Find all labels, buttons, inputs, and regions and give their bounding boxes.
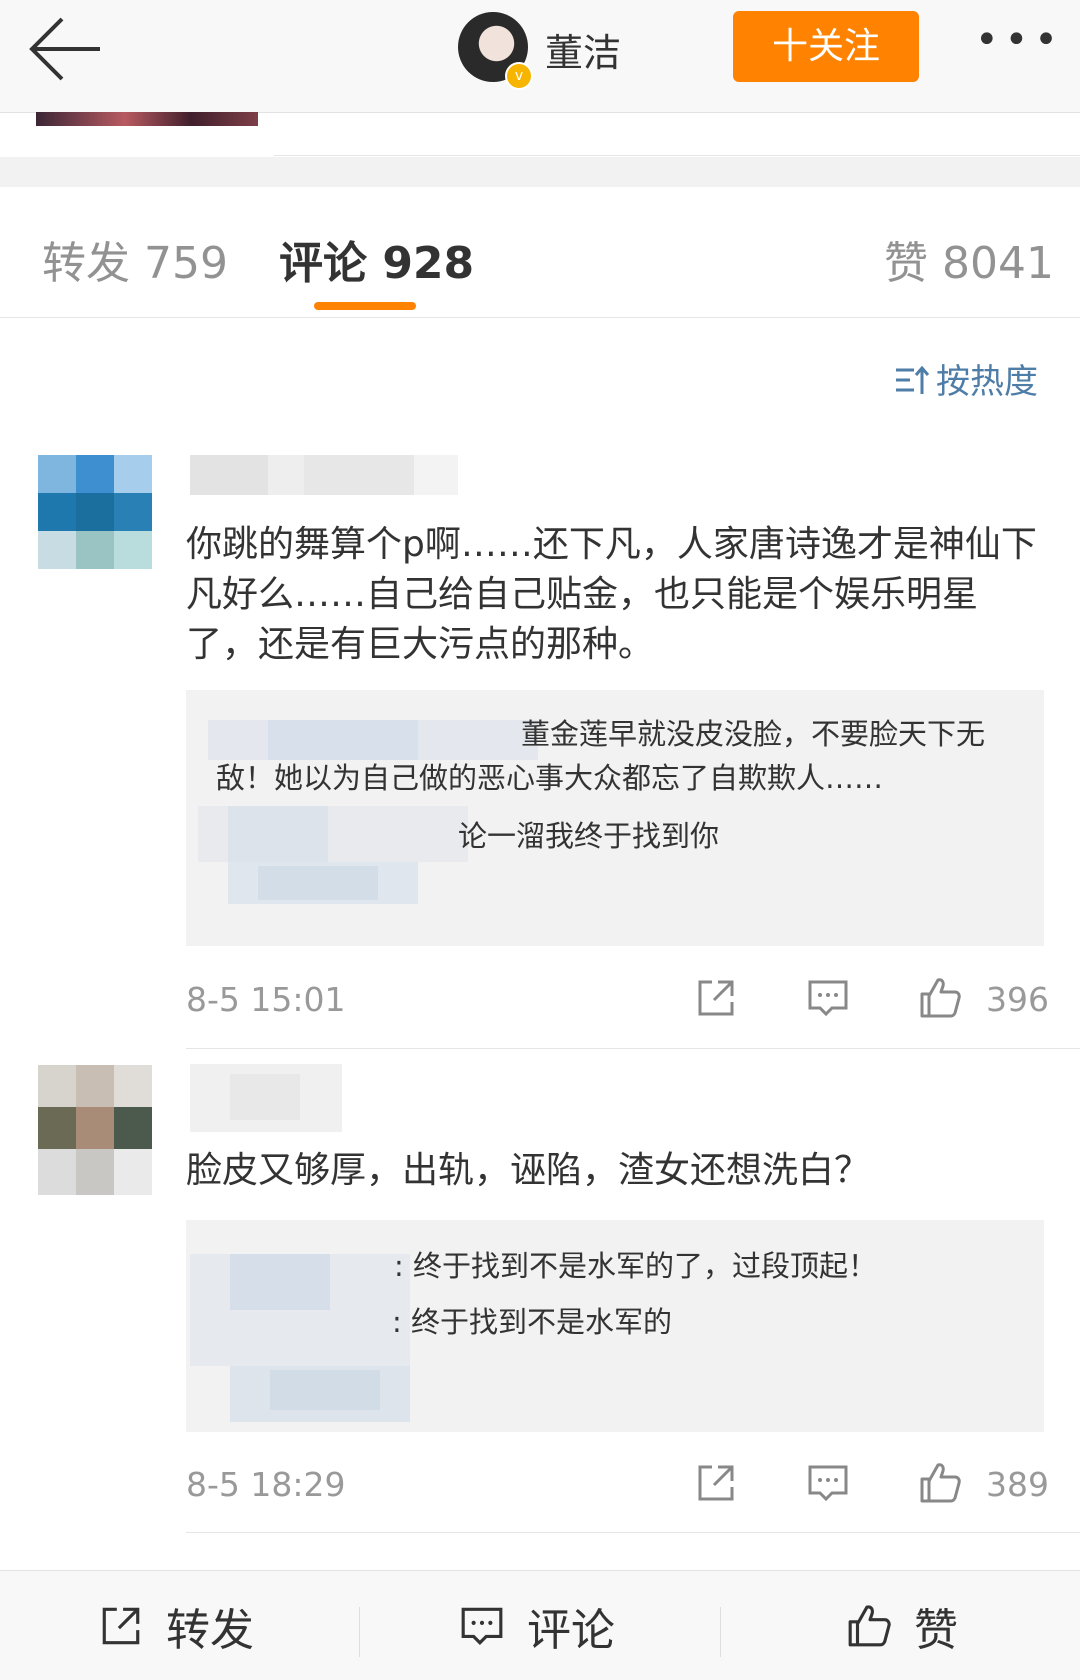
commenter-name-blurred[interactable]: [190, 1064, 342, 1132]
comment-text: 你跳的舞算个p啊……还下凡，人家唐诗逸才是神仙下凡好么……自己给自己贴金，也只能…: [186, 524, 1037, 665]
comment-button[interactable]: 评论: [459, 1571, 615, 1680]
like-count: 396: [986, 980, 1049, 1019]
commenter-name-blurred[interactable]: [190, 455, 458, 495]
active-tab-indicator: [314, 302, 416, 310]
comment-time: 8-5 15:01: [186, 980, 346, 1019]
author-name[interactable]: 董洁: [545, 22, 621, 77]
reply-box[interactable]: : 终于找到不是水军的了，过段顶起！ : 终于找到不是水军的: [186, 1220, 1044, 1432]
divider: [186, 1048, 1080, 1049]
reply-icon[interactable]: [806, 976, 850, 1020]
more-options-icon[interactable]: •••: [975, 20, 1058, 60]
sort-icon: [896, 365, 930, 394]
comment-meta: 8-5 18:29 389: [186, 1455, 1049, 1515]
reply-user-blurred: [198, 806, 468, 904]
like-label: 赞: [914, 1604, 958, 1656]
reply-box[interactable]: 董金莲早就没皮没脸，不要脸天下无敌！她以为自己做的恶心事大众都忘了自欺欺人…… …: [186, 690, 1044, 946]
divider: [359, 1607, 360, 1657]
reply-user-blurred: [190, 1254, 410, 1422]
commenter-avatar[interactable]: [38, 1065, 152, 1195]
share-icon[interactable]: [694, 1461, 738, 1505]
follow-button[interactable]: 十关注: [733, 11, 919, 82]
comment-icon: [461, 1607, 503, 1645]
section-gap: [0, 157, 1080, 187]
divider: [720, 1607, 721, 1657]
comment-time: 8-5 18:29: [186, 1465, 346, 1504]
like-thumb-icon: [848, 1604, 891, 1646]
like-thumb-icon[interactable]: [918, 976, 962, 1020]
reply-text: 论一溜我终于找到你: [458, 819, 720, 853]
like-thumb-icon[interactable]: [918, 1461, 962, 1505]
back-arrow-icon[interactable]: [24, 14, 108, 84]
repost-icon: [102, 1607, 140, 1644]
top-nav-bar: v 董洁 十关注 •••: [0, 0, 1080, 113]
tab-comments[interactable]: 评论 928: [279, 227, 474, 291]
reply-text: 董金莲早就没皮没脸，不要脸天下无敌！她以为自己做的恶心事大众都忘了自欺欺人……: [216, 717, 986, 795]
post-image-strip: [36, 112, 258, 126]
sort-by-hot-button[interactable]: 按热度: [894, 354, 1038, 403]
reply-text: : 终于找到不是水军的: [392, 1305, 672, 1339]
reply-text: : 终于找到不是水军的了，过段顶起！: [394, 1249, 877, 1283]
divider: [274, 155, 1080, 156]
comment-label: 评论: [527, 1604, 615, 1656]
bottom-action-bar: 转发 评论 赞: [0, 1570, 1080, 1680]
reply-icon[interactable]: [806, 1461, 850, 1505]
tab-likes[interactable]: 赞 8041: [884, 227, 1054, 291]
divider: [186, 1532, 1080, 1533]
tab-repost[interactable]: 转发 759: [42, 227, 228, 291]
sort-label: 按热度: [936, 362, 1038, 402]
repost-label: 转发: [166, 1604, 254, 1656]
post-tabs: 转发 759 评论 928 赞 8041: [0, 187, 1080, 318]
comment-text: 脸皮又够厚，出轨，诬陷，渣女还想洗白？: [186, 1150, 871, 1191]
like-button[interactable]: 赞: [846, 1571, 958, 1680]
share-icon[interactable]: [694, 976, 738, 1020]
commenter-avatar[interactable]: [38, 455, 152, 569]
repost-button[interactable]: 转发: [98, 1571, 254, 1680]
comment-meta: 8-5 15:01 396: [186, 970, 1049, 1030]
verified-badge-icon: v: [505, 62, 533, 90]
like-count: 389: [986, 1465, 1049, 1504]
